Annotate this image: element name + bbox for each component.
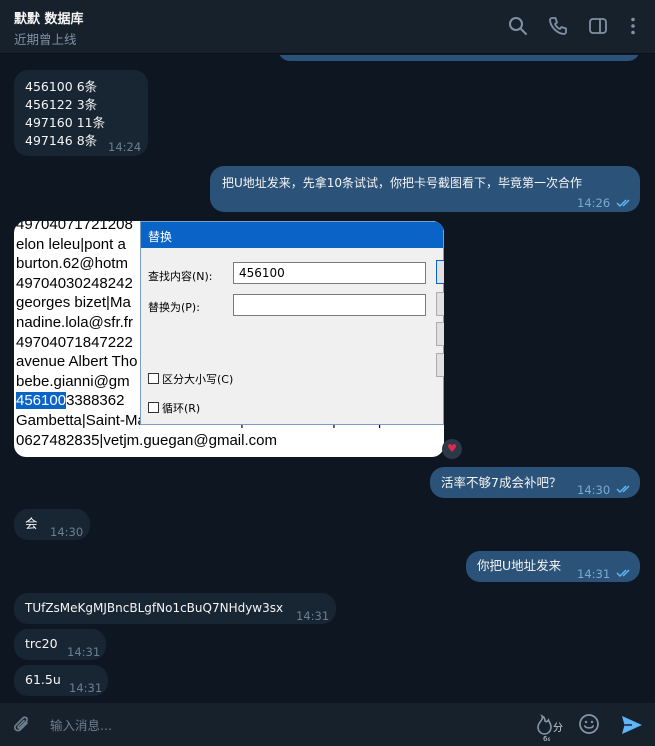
message-line: 456122 3条 — [25, 97, 98, 112]
message-time: 14:26 — [577, 196, 611, 210]
message-text: 活率不够7成会补吧？ — [441, 475, 562, 490]
find-field: 456100 — [233, 262, 426, 284]
message-bubble[interactable]: 456100 6条 456122 3条 497160 11条 497146 8条… — [14, 70, 148, 156]
message-time: 14:31 — [296, 609, 330, 623]
voice-badge: 分 — [553, 723, 563, 734]
message-text: 61.5u — [25, 672, 61, 687]
contact-status: 近期曾上线 — [14, 32, 77, 47]
read-checks-icon — [616, 485, 630, 494]
search-highlight: 456100 — [16, 392, 67, 410]
read-checks-icon — [616, 199, 630, 208]
more-menu-icon[interactable] — [622, 15, 644, 37]
paperclip-icon[interactable] — [12, 714, 32, 736]
dialog-title: 替换 — [141, 222, 443, 248]
composer-bar: 分 6₆ — [0, 703, 655, 746]
message-bubble[interactable]: 61.5u 14:31 — [14, 665, 108, 696]
sidebar-toggle-icon[interactable] — [587, 15, 609, 37]
dialog-button — [436, 353, 444, 377]
message-text: trc20 — [25, 636, 58, 651]
message-bubble[interactable]: 会 14:30 — [14, 509, 90, 540]
wrap-checkbox: 循环(R) — [148, 400, 200, 416]
message-bubble-partial — [278, 55, 640, 61]
replace-label: 替换为(P): — [148, 301, 200, 314]
message-bubble[interactable]: 活率不够7成会补吧？ 14:30 — [430, 467, 640, 498]
contact-name[interactable]: 默默 数据库 — [14, 8, 84, 27]
replace-field — [233, 294, 426, 316]
dialog-button — [436, 322, 444, 346]
message-bubble[interactable]: TUfZsMeKgMJBncBLgfNo1cBuQ7NHdyw3sx 14:31 — [14, 593, 336, 624]
emoji-icon[interactable] — [578, 713, 600, 735]
wallet-address-text: TUfZsMeKgMJBncBLgfNo1cBuQ7NHdyw3sx — [25, 601, 284, 615]
message-list[interactable]: 456100 6条 456122 3条 497160 11条 497146 8条… — [0, 55, 655, 703]
phone-icon[interactable] — [547, 15, 569, 37]
match-case-checkbox: 区分大小写(C) — [148, 371, 233, 387]
dialog-button — [436, 260, 444, 284]
voice-timer-icon[interactable]: 分 6₆ — [533, 712, 567, 743]
message-text: 把U地址发来，先拿10条试试，你把卡号截图看下，毕竟第一次合作 — [222, 176, 583, 190]
message-time: 14:30 — [577, 483, 611, 497]
message-time: 14:31 — [67, 645, 101, 659]
message-line: 497160 11条 — [25, 115, 106, 130]
find-label: 查找内容(N): — [148, 270, 213, 283]
screenshot-image[interactable]: 49704071721208 elon leleu|pont a burton.62… — [14, 221, 444, 457]
message-time: 14:24 — [108, 140, 142, 154]
chat-header: 默默 数据库 近期曾上线 — [0, 0, 655, 54]
message-time: 14:31 — [577, 567, 611, 581]
message-bubble[interactable]: 把U地址发来，先拿10条试试，你把卡号截图看下，毕竟第一次合作 14:26 — [210, 166, 640, 212]
read-checks-icon — [616, 569, 630, 578]
dialog-button — [436, 292, 444, 316]
screenshot-line: 0627482835|vetjm.guegan@gmail.com — [16, 431, 277, 449]
voice-sub: 6₆ — [543, 735, 551, 743]
message-time: 14:31 — [69, 681, 103, 695]
message-input[interactable] — [50, 715, 520, 735]
message-line: 497146 8条 — [25, 133, 98, 148]
message-time: 14:30 — [50, 525, 84, 539]
heart-reaction-icon[interactable]: ♥ — [442, 439, 462, 459]
message-text: 456100 6条 456122 3条 497160 11条 497146 8条 — [25, 78, 105, 150]
message-text: 会 — [25, 516, 38, 531]
message-bubble[interactable]: 你把U地址发来 14:31 — [466, 551, 640, 582]
message-bubble[interactable]: trc20 14:31 — [14, 629, 106, 660]
message-line: 456100 6条 — [25, 79, 98, 94]
replace-dialog: 替换 查找内容(N): 456100 替换为(P): 区分大小写(C) 循环(R… — [140, 221, 444, 425]
send-icon[interactable] — [620, 714, 644, 736]
search-icon[interactable] — [507, 15, 529, 37]
message-text: 你把U地址发来 — [477, 558, 562, 573]
